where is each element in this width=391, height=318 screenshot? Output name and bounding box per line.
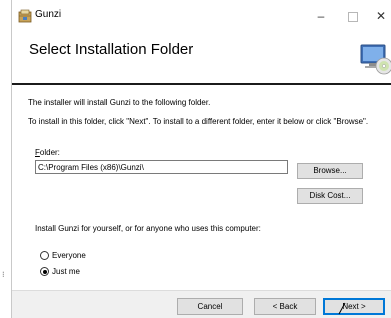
mouse-pointer-icon bbox=[338, 302, 346, 315]
window-title: Gunzi bbox=[35, 9, 62, 20]
folder-label: Folder: bbox=[35, 148, 60, 157]
computer-cd-icon bbox=[360, 44, 391, 75]
radio-just-me[interactable]: Just me bbox=[40, 266, 80, 278]
close-icon: ✕ bbox=[375, 9, 387, 23]
cancel-button[interactable]: Cancel bbox=[177, 298, 243, 315]
radio-button-unchecked-icon[interactable] bbox=[40, 251, 49, 261]
back-button[interactable]: < Back bbox=[254, 298, 316, 315]
install-scope-label: Install Gunzi for yourself, or for anyon… bbox=[35, 224, 261, 233]
disk-cost-button[interactable]: Disk Cost... bbox=[297, 188, 363, 204]
minimize-icon: – bbox=[317, 9, 325, 23]
radio-everyone[interactable]: Everyone bbox=[40, 250, 86, 262]
maximize-icon bbox=[348, 11, 358, 22]
installer-window: ⁝ Gunzi – ✕ Select Installation Folder T… bbox=[0, 0, 391, 318]
browse-button[interactable]: Browse... bbox=[297, 163, 363, 179]
intro-text: The installer will install Gunzi to the … bbox=[28, 98, 211, 107]
minimize-button[interactable]: – bbox=[308, 6, 334, 26]
title-bar[interactable]: Gunzi – ✕ bbox=[12, 0, 391, 30]
header-divider bbox=[12, 83, 391, 85]
header-banner: Select Installation Folder bbox=[12, 30, 391, 82]
instruction-text: To install in this folder, click "Next".… bbox=[28, 117, 369, 126]
left-edge-mark: ⁝ bbox=[2, 270, 5, 279]
next-button[interactable]: Next > bbox=[323, 298, 385, 315]
radio-everyone-label: Everyone bbox=[52, 251, 86, 260]
close-button[interactable]: ✕ bbox=[368, 6, 391, 26]
installer-box-icon bbox=[18, 9, 32, 23]
radio-button-checked-icon[interactable] bbox=[40, 267, 49, 277]
folder-label-text: older: bbox=[39, 148, 60, 157]
maximize-button[interactable] bbox=[340, 6, 366, 26]
page-title: Select Installation Folder bbox=[29, 41, 194, 58]
folder-path-input[interactable] bbox=[35, 160, 288, 174]
radio-just-me-label: Just me bbox=[52, 267, 81, 276]
